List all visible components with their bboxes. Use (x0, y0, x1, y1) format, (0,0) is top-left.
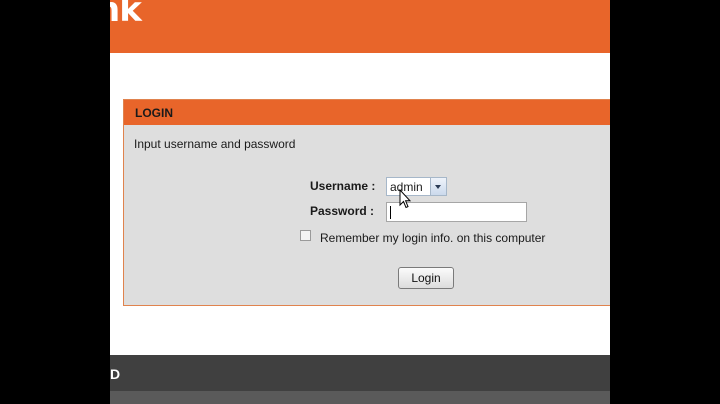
footer-brand-text: D (110, 366, 121, 382)
remember-label[interactable]: Remember my login info. on this computer (320, 231, 545, 245)
panel-title: LOGIN (135, 106, 173, 120)
login-button[interactable]: Login (398, 267, 454, 289)
mouse-cursor-icon (399, 189, 411, 209)
brand-logo: nk (110, 0, 142, 30)
bottom-strip (110, 391, 610, 404)
login-panel: LOGIN Input username and password Userna… (123, 99, 610, 306)
footer-bar: D (110, 355, 610, 391)
panel-header: LOGIN (124, 100, 610, 125)
router-login-page: nk LOGIN Input username and password Use… (110, 0, 610, 404)
username-label: Username : (310, 179, 376, 193)
chevron-down-icon[interactable] (430, 178, 446, 195)
username-select[interactable]: admin (386, 177, 447, 196)
header-bar: nk (110, 0, 610, 53)
text-caret (390, 206, 391, 219)
password-label: Password : (310, 204, 375, 218)
instruction-text: Input username and password (134, 137, 296, 151)
remember-checkbox[interactable] (300, 230, 311, 241)
